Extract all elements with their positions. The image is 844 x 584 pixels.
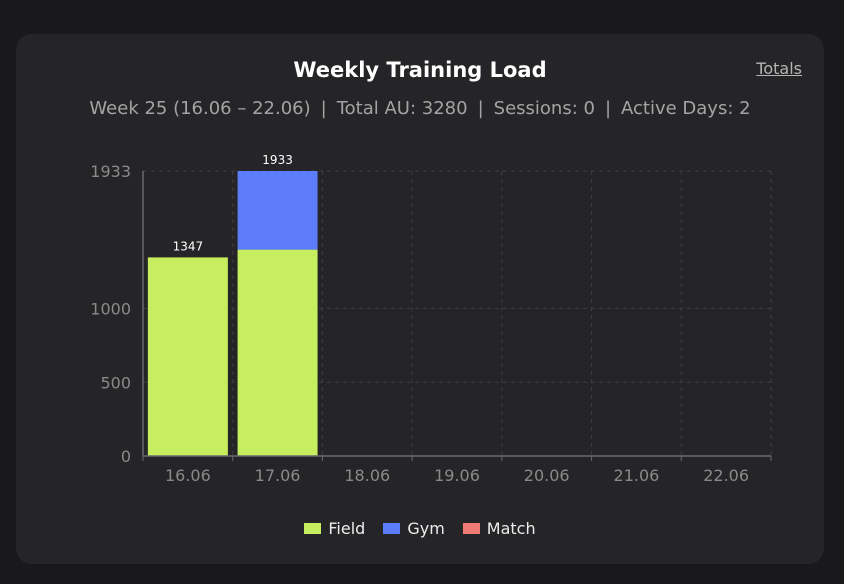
training-load-card: Weekly Training Load Totals Week 25 (16.… [16,34,824,564]
x-tick-label: 22.06 [703,466,749,485]
legend-label: Match [486,519,536,538]
axes [142,171,772,461]
legend-swatch [383,523,401,534]
chart-legend: Field Gym Match [16,519,824,538]
bar-field [147,257,228,456]
legend-swatch [462,523,480,534]
x-tick-label: 16.06 [165,466,211,485]
x-tick-label: 19.06 [434,466,480,485]
legend-item-match[interactable]: Match [462,519,536,538]
legend-label: Field [328,519,366,538]
x-tick-label: 17.06 [255,466,301,485]
legend-label: Gym [407,519,445,538]
legend-item-gym[interactable]: Gym [383,519,445,538]
training-load-chart: 0 500 1000 1933 1347 16.06 1933 17.06 18.06 19.06… [90,153,772,485]
legend-item-field[interactable]: Field [304,519,365,538]
x-tick-label: 21.06 [614,466,660,485]
grid [143,170,772,456]
x-tick-label: 18.06 [344,466,390,485]
bar-gym [237,171,318,250]
y-tick-label: 0 [121,447,131,466]
bar-field [237,249,318,456]
y-tick-label: 1933 [90,162,131,181]
bar-total-label: 1933 [262,153,293,167]
y-tick-label: 500 [100,373,131,392]
y-tick-label: 1000 [90,300,131,319]
legend-swatch [304,523,322,534]
x-tick-label: 20.06 [524,466,570,485]
bar-total-label: 1347 [173,239,204,253]
